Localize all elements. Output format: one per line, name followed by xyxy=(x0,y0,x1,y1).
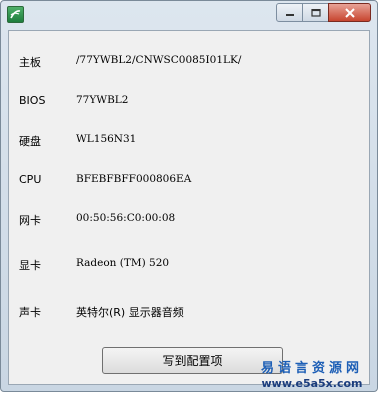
info-label: BIOS xyxy=(19,94,46,107)
close-icon xyxy=(344,7,355,18)
app-window: 主板 /77YWBL2/CNWSC0085I01LK/ BIOS 77YWBL2… xyxy=(0,0,378,392)
info-label: 声卡 xyxy=(19,306,41,319)
maximize-icon xyxy=(310,8,321,17)
info-value: /77YWBL2/CNWSC0085I01LK/ xyxy=(76,54,242,66)
info-value: WL156N31 xyxy=(76,133,137,145)
watermark: 易语言资源网 www.e5a5x.com xyxy=(253,357,371,390)
info-label: 网卡 xyxy=(19,214,41,227)
client-area: 主板 /77YWBL2/CNWSC0085I01LK/ BIOS 77YWBL2… xyxy=(8,30,370,385)
close-button[interactable] xyxy=(328,3,371,22)
minimize-icon xyxy=(285,13,294,16)
window-controls xyxy=(276,3,371,23)
info-value: Radeon (TM) 520 xyxy=(76,257,170,269)
minimize-button[interactable] xyxy=(276,3,303,22)
info-value: 英特尔(R) 显示器音频 xyxy=(76,306,184,319)
app-icon xyxy=(7,6,24,23)
watermark-title: 易语言资源网 xyxy=(260,361,363,376)
info-value: 00:50:56:C0:00:08 xyxy=(76,212,176,224)
watermark-url: www.e5a5x.com xyxy=(261,377,363,390)
maximize-button[interactable] xyxy=(302,3,329,22)
info-label: 显卡 xyxy=(19,259,41,272)
title-bar[interactable] xyxy=(1,1,377,30)
info-label: CPU xyxy=(19,173,42,186)
info-label: 主板 xyxy=(19,56,41,69)
info-value: 77YWBL2 xyxy=(76,94,129,106)
info-label: 硬盘 xyxy=(19,135,41,148)
info-value: BFEBFBFF000806EA xyxy=(76,173,192,185)
